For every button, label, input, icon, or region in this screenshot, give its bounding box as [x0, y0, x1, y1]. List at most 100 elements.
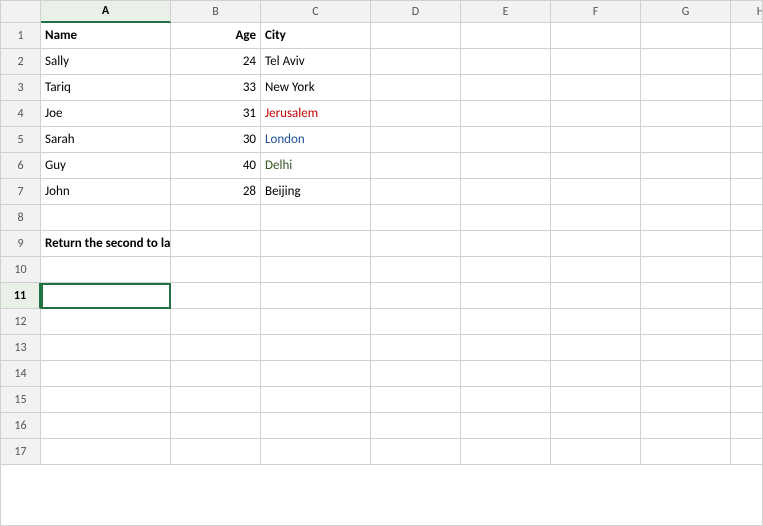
cell-c14[interactable]	[261, 361, 371, 387]
cell-g1[interactable]	[641, 23, 731, 49]
cell-f1[interactable]	[551, 23, 641, 49]
cell-f16[interactable]	[551, 413, 641, 439]
cell-h13[interactable]	[731, 335, 762, 361]
cell-g6[interactable]	[641, 153, 731, 179]
cell-d11[interactable]	[371, 283, 461, 309]
cell-f11[interactable]	[551, 283, 641, 309]
cell-d16[interactable]	[371, 413, 461, 439]
cell-e10[interactable]	[461, 257, 551, 283]
cell-h7[interactable]	[731, 179, 762, 205]
cell-c1[interactable]: City	[261, 23, 371, 49]
cell-c12[interactable]	[261, 309, 371, 335]
cell-b16[interactable]	[171, 413, 261, 439]
cell-c10[interactable]	[261, 257, 371, 283]
cell-f10[interactable]	[551, 257, 641, 283]
cell-b9[interactable]	[171, 231, 261, 257]
cell-d1[interactable]	[371, 23, 461, 49]
cell-e7[interactable]	[461, 179, 551, 205]
cell-b7[interactable]: 28	[171, 179, 261, 205]
cell-a4[interactable]: Joe	[41, 101, 171, 127]
cell-a9[interactable]: Return the second to last row:	[41, 231, 171, 257]
cell-c2[interactable]: Tel Aviv	[261, 49, 371, 75]
cell-c16[interactable]	[261, 413, 371, 439]
cell-a12[interactable]	[41, 309, 171, 335]
cell-c7[interactable]: Beijing	[261, 179, 371, 205]
cell-g17[interactable]	[641, 439, 731, 465]
cell-b5[interactable]: 30	[171, 127, 261, 153]
cell-f15[interactable]	[551, 387, 641, 413]
cell-c8[interactable]	[261, 205, 371, 231]
cell-e9[interactable]	[461, 231, 551, 257]
cell-c5[interactable]: London	[261, 127, 371, 153]
cell-f6[interactable]	[551, 153, 641, 179]
cell-a7[interactable]: John	[41, 179, 171, 205]
cell-b8[interactable]	[171, 205, 261, 231]
cell-h12[interactable]	[731, 309, 762, 335]
cell-e4[interactable]	[461, 101, 551, 127]
cell-h6[interactable]	[731, 153, 762, 179]
cell-e13[interactable]	[461, 335, 551, 361]
cell-f4[interactable]	[551, 101, 641, 127]
cell-d4[interactable]	[371, 101, 461, 127]
cell-a3[interactable]: Tariq	[41, 75, 171, 101]
cell-g16[interactable]	[641, 413, 731, 439]
cell-h15[interactable]	[731, 387, 762, 413]
cell-c3[interactable]: New York	[261, 75, 371, 101]
cell-d2[interactable]	[371, 49, 461, 75]
cell-g3[interactable]	[641, 75, 731, 101]
cell-h5[interactable]	[731, 127, 762, 153]
cell-g5[interactable]	[641, 127, 731, 153]
cell-a11[interactable]	[41, 283, 171, 309]
cell-h4[interactable]	[731, 101, 762, 127]
cell-d14[interactable]	[371, 361, 461, 387]
cell-f8[interactable]	[551, 205, 641, 231]
cell-g4[interactable]	[641, 101, 731, 127]
cell-a16[interactable]	[41, 413, 171, 439]
cell-a6[interactable]: Guy	[41, 153, 171, 179]
cell-e14[interactable]	[461, 361, 551, 387]
cell-c13[interactable]	[261, 335, 371, 361]
cell-b4[interactable]: 31	[171, 101, 261, 127]
cell-d17[interactable]	[371, 439, 461, 465]
cell-b6[interactable]: 40	[171, 153, 261, 179]
cell-h8[interactable]	[731, 205, 762, 231]
cell-f7[interactable]	[551, 179, 641, 205]
cell-g14[interactable]	[641, 361, 731, 387]
cell-a2[interactable]: Sally	[41, 49, 171, 75]
cell-a5[interactable]: Sarah	[41, 127, 171, 153]
cell-h3[interactable]	[731, 75, 762, 101]
cell-g12[interactable]	[641, 309, 731, 335]
cell-a14[interactable]	[41, 361, 171, 387]
cell-c4[interactable]: Jerusalem	[261, 101, 371, 127]
cell-b14[interactable]	[171, 361, 261, 387]
cell-d12[interactable]	[371, 309, 461, 335]
cell-h10[interactable]	[731, 257, 762, 283]
cell-c11[interactable]	[261, 283, 371, 309]
cell-f12[interactable]	[551, 309, 641, 335]
cell-g13[interactable]	[641, 335, 731, 361]
cell-a10[interactable]	[41, 257, 171, 283]
cell-d5[interactable]	[371, 127, 461, 153]
cell-b10[interactable]	[171, 257, 261, 283]
cell-d6[interactable]	[371, 153, 461, 179]
cell-e12[interactable]	[461, 309, 551, 335]
cell-b13[interactable]	[171, 335, 261, 361]
cell-d3[interactable]	[371, 75, 461, 101]
cell-e15[interactable]	[461, 387, 551, 413]
cell-b1[interactable]: Age	[171, 23, 261, 49]
cell-a1[interactable]: Name	[41, 23, 171, 49]
cell-g7[interactable]	[641, 179, 731, 205]
cell-a17[interactable]	[41, 439, 171, 465]
cell-e11[interactable]	[461, 283, 551, 309]
cell-e8[interactable]	[461, 205, 551, 231]
cell-b3[interactable]: 33	[171, 75, 261, 101]
cell-g11[interactable]	[641, 283, 731, 309]
cell-g2[interactable]	[641, 49, 731, 75]
cell-e5[interactable]	[461, 127, 551, 153]
cell-f17[interactable]	[551, 439, 641, 465]
cell-h1[interactable]	[731, 23, 762, 49]
cell-e2[interactable]	[461, 49, 551, 75]
cell-b12[interactable]	[171, 309, 261, 335]
cell-b2[interactable]: 24	[171, 49, 261, 75]
cell-d9[interactable]	[371, 231, 461, 257]
